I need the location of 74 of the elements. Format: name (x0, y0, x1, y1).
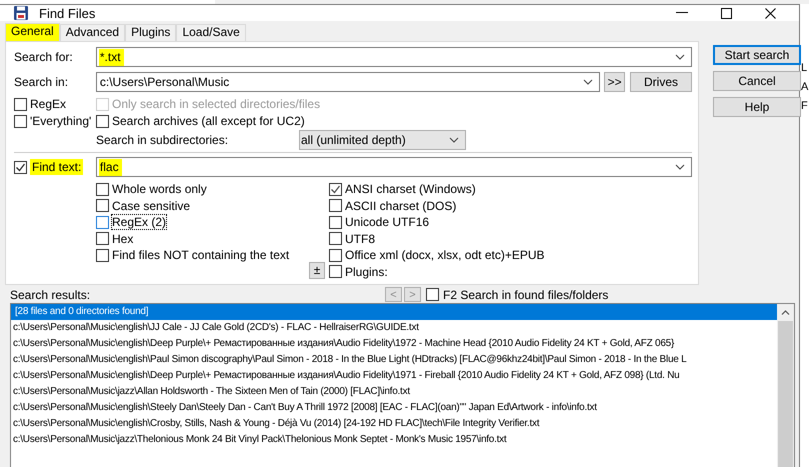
field-value: *.txt (98, 48, 124, 66)
checkbox-label: ANSI charset (Windows) (345, 182, 476, 196)
checkbox[interactable] (96, 114, 109, 128)
checkbox[interactable] (14, 98, 27, 110)
search-for-field[interactable]: *.txt (96, 47, 692, 67)
chevron-down-icon[interactable] (675, 164, 685, 170)
result-row[interactable]: c:\Users\Personal\Music\english\Crosby, Stills, Nash & Young - Déjà Vu (2014) [24-192 HD FLAC]\tech\File Integrity Verifier.txt (11, 416, 777, 432)
browse-button[interactable]: >> (604, 72, 626, 92)
chevron-down-icon[interactable] (675, 54, 685, 60)
maximize-icon[interactable] (721, 8, 732, 18)
checkbox-label: Search archives (all except for UC2) (112, 114, 305, 128)
checkbox[interactable] (426, 288, 439, 301)
chevron-down-icon[interactable] (449, 137, 459, 143)
result-row[interactable]: [28 files and 0 directories found] (11, 304, 777, 320)
field-label: Search in subdirectories: (96, 133, 230, 147)
checkbox[interactable] (329, 232, 342, 245)
tab[interactable]: Advanced (60, 24, 126, 41)
tab[interactable]: Load/Save (176, 24, 246, 41)
result-row[interactable]: c:\Users\Personal\Music\english\Steely Dan\Steely Dan - Can't Buy A Thrill 1972 [2008] [EAC - FLAC](oan)"" Japan Ed\Artwork - info\info.txt (11, 400, 777, 416)
checkbox[interactable] (329, 199, 342, 212)
checkbox[interactable] (96, 216, 109, 228)
checkbox[interactable] (329, 265, 342, 278)
checkbox-label: Unicode UTF16 (345, 215, 430, 229)
result-row[interactable]: c:\Users\Personal\Music\english\JJ Cale - JJ Cale Gold (2CD's) - FLAC - HellraiserRG\GUIDE.txt (11, 320, 777, 336)
checkbox[interactable] (96, 232, 109, 245)
close-icon[interactable] (765, 8, 776, 18)
result-row[interactable]: c:\Users\Personal\Music\english\Deep Purple\+ Ремастированные издания\Audio Fidelity\1971 - Fireball {2010 Audio Fidelity 24 KT + Gold, AFZ 098} (Ltd. Nu (11, 368, 777, 384)
background-text: L (801, 61, 808, 75)
checkbox[interactable] (96, 182, 109, 196)
result-row[interactable]: c:\Users\Personal\Music\jazz\Thelonious Monk 24 Bit Vinyl Pack\Thelonious Monk Septet - Monk's Music 1957\info.txt (11, 432, 777, 448)
dialog-button[interactable]: Cancel (713, 71, 801, 91)
tab[interactable]: General (5, 23, 60, 41)
checkbox-label: RegEx (2) (112, 215, 166, 229)
checkbox[interactable] (329, 216, 342, 228)
expand-button[interactable]: ± (309, 262, 325, 278)
background-text: F (801, 99, 808, 113)
checkbox-label: 'Everything' (30, 114, 92, 128)
checkbox-label: Plugins: (345, 264, 388, 278)
chevron-down-icon[interactable] (583, 79, 594, 85)
checkbox[interactable] (329, 182, 342, 196)
background-text: A (801, 80, 808, 94)
result-row[interactable]: c:\Users\Personal\Music\jazz\Allan Holdsworth - The Sixteen Men of Tain (2000) [FLAC]\info.txt (11, 384, 777, 400)
checkbox-label: UTF8 (345, 232, 375, 246)
checkbox-label: Office xml (docx, xlsx, odt etc)+EPUB (345, 248, 545, 262)
checkbox[interactable] (96, 199, 109, 212)
checkbox-label: Only search in selected directories/files (112, 97, 320, 111)
checkbox[interactable] (96, 248, 109, 262)
result-row[interactable]: c:\Users\Personal\Music\english\Paul Simon discography\Paul Simon - 2018 - In the Blue Light (HDtracks) [FLAC@96khz24bit]\Paul Simon - 2018 - In the Blue L (11, 352, 777, 368)
field-label: Search for: (14, 50, 74, 64)
search-in-field[interactable]: c:\Users\Personal\Music (96, 72, 600, 92)
checkbox-label: Case sensitive (112, 198, 190, 212)
checkbox-label: Find text: (30, 159, 84, 175)
minimize-icon[interactable] (676, 12, 688, 14)
checkbox-label: Hex (112, 232, 134, 246)
tab[interactable]: Plugins (125, 24, 176, 41)
scroll-up-icon[interactable] (781, 310, 790, 315)
checkbox[interactable] (329, 248, 342, 262)
subdirectories-dropdown[interactable]: all (unlimited depth) (299, 130, 466, 150)
result-row[interactable]: c:\Users\Personal\Music\english\Deep Purple\+ Ремастированные издания\Audio Fidelity\1972 - Machine Head {2010 Audio Fidelity 24 KT + Gold, AFZ 065} (11, 336, 777, 352)
find-text-field[interactable]: flac (96, 157, 692, 177)
window-title: Find Files (39, 6, 96, 20)
checkbox-label: Whole words only (112, 182, 207, 196)
dialog-button[interactable]: Start search (713, 45, 801, 65)
drives-button[interactable]: Drives (630, 72, 692, 92)
results-label: Search results: (10, 288, 92, 302)
checkbox-label: Find files NOT containing the text (112, 248, 290, 262)
checkbox-label: F2 Search in found files/folders (443, 288, 608, 302)
field-value: flac (98, 158, 122, 176)
checkbox-label: ASCII charset (DOS) (345, 198, 456, 212)
checkbox[interactable] (14, 114, 27, 128)
checkbox[interactable] (14, 160, 27, 174)
dialog-button[interactable]: Help (713, 97, 801, 117)
checkbox-label: RegEx (30, 97, 66, 111)
field-label: Search in: (14, 75, 70, 89)
